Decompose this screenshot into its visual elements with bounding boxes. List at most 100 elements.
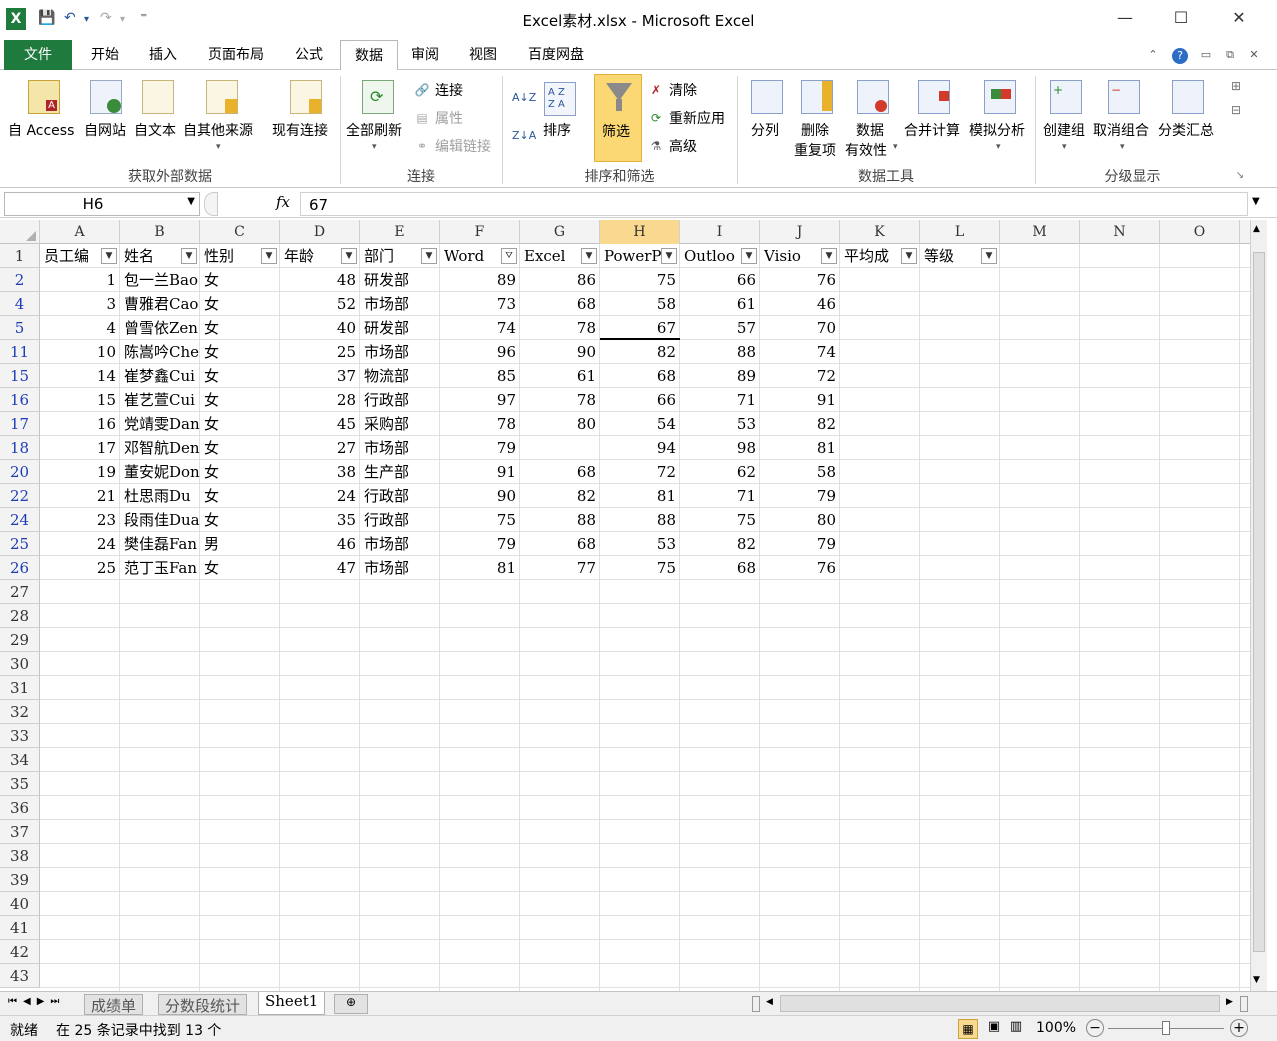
tab-page-layout[interactable]: 页面布局 xyxy=(198,40,274,70)
tab-data[interactable]: 数据 xyxy=(340,40,398,73)
refresh-all-button[interactable]: 全部刷新 xyxy=(346,120,402,140)
cell[interactable]: 58 xyxy=(760,460,840,484)
cell[interactable]: 38 xyxy=(280,460,360,484)
cell[interactable]: 66 xyxy=(600,388,680,412)
cell[interactable]: 男 xyxy=(200,532,280,556)
cell[interactable]: 80 xyxy=(760,508,840,532)
cell[interactable]: 女 xyxy=(200,268,280,292)
filter-dropdown-icon[interactable]: ▼ xyxy=(581,248,597,264)
vertical-scroll-thumb[interactable] xyxy=(1253,252,1265,952)
cell[interactable]: 女 xyxy=(200,556,280,580)
cell[interactable]: 81 xyxy=(600,484,680,508)
cell[interactable]: 杜思雨Du xyxy=(120,484,200,508)
cell[interactable]: 25 xyxy=(40,556,120,580)
cell[interactable]: 79 xyxy=(440,436,520,460)
cell[interactable]: 61 xyxy=(680,292,760,316)
zoom-out-icon[interactable]: − xyxy=(1086,1019,1104,1037)
cell[interactable]: 75 xyxy=(440,508,520,532)
cell[interactable]: 54 xyxy=(600,412,680,436)
select-all-corner[interactable] xyxy=(0,220,40,244)
cell[interactable]: 市场部 xyxy=(360,436,440,460)
insert-function-icon[interactable]: fx xyxy=(276,193,290,211)
column-header-n[interactable]: N xyxy=(1080,220,1160,244)
filter-dropdown-icon[interactable]: ▼ xyxy=(181,248,197,264)
cell[interactable]: 24 xyxy=(280,484,360,508)
page-break-view-icon[interactable]: ▥ xyxy=(1006,1019,1026,1039)
cell[interactable]: 邓智航Den xyxy=(120,436,200,460)
cell[interactable]: 68 xyxy=(520,532,600,556)
zoom-in-icon[interactable]: + xyxy=(1230,1019,1248,1037)
cell[interactable]: 女 xyxy=(200,316,280,340)
cell[interactable]: 53 xyxy=(680,412,760,436)
clear-filter-button[interactable]: 清除 xyxy=(669,80,697,100)
sheet-tab-score-bands[interactable]: 分数段统计 xyxy=(158,994,248,1015)
column-header-l[interactable]: L xyxy=(920,220,1000,244)
cell[interactable]: 女 xyxy=(200,292,280,316)
tab-review[interactable]: 审阅 xyxy=(402,40,448,70)
insert-sheet-icon[interactable]: ⊕ xyxy=(334,994,368,1014)
tab-file[interactable]: 文件 xyxy=(4,40,72,70)
remove-duplicates-label-1[interactable]: 删除 xyxy=(801,120,829,140)
cell[interactable]: 1 xyxy=(40,268,120,292)
cell[interactable]: 曹雅君Cao xyxy=(120,292,200,316)
scroll-down-icon[interactable]: ▼ xyxy=(1253,975,1260,985)
refresh-all-dropdown-icon[interactable]: ▾ xyxy=(372,142,377,152)
cell[interactable]: 97 xyxy=(440,388,520,412)
workbook-restore-icon[interactable]: ⧉ xyxy=(1222,40,1238,70)
cell[interactable]: 75 xyxy=(680,508,760,532)
from-access-button[interactable]: 自 Access xyxy=(8,120,74,140)
group-button[interactable]: 创建组 xyxy=(1043,120,1085,140)
cell[interactable]: 52 xyxy=(280,292,360,316)
cell[interactable]: 81 xyxy=(760,436,840,460)
help-icon[interactable]: ? xyxy=(1170,40,1190,70)
cell[interactable]: 79 xyxy=(760,484,840,508)
cell[interactable]: 19 xyxy=(40,460,120,484)
cell[interactable]: 市场部 xyxy=(360,556,440,580)
workbook-minimize-icon[interactable]: ▭ xyxy=(1198,40,1214,70)
show-detail-icon[interactable]: ⊞ xyxy=(1228,78,1244,94)
filter-dropdown-icon[interactable]: ▼ xyxy=(741,248,757,264)
zoom-slider-thumb[interactable] xyxy=(1162,1021,1170,1035)
cell[interactable]: 25 xyxy=(280,340,360,364)
cell[interactable]: 16 xyxy=(40,412,120,436)
cell[interactable]: 88 xyxy=(520,508,600,532)
scroll-right-icon[interactable]: ▶ xyxy=(1226,997,1233,1007)
close-button[interactable]: ✕ xyxy=(1224,8,1254,32)
cell[interactable]: 46 xyxy=(760,292,840,316)
cell[interactable]: 15 xyxy=(40,388,120,412)
cell[interactable]: 27 xyxy=(280,436,360,460)
cell[interactable]: 董安妮Don xyxy=(120,460,200,484)
filter-active-dropdown-icon[interactable]: ⛛ xyxy=(501,248,517,264)
column-header-i[interactable]: I xyxy=(680,220,760,244)
cell[interactable]: 10 xyxy=(40,340,120,364)
edit-links-button[interactable]: 编辑链接 xyxy=(435,136,491,156)
cell[interactable]: 研发部 xyxy=(360,268,440,292)
hide-detail-icon[interactable]: ⊟ xyxy=(1228,102,1244,118)
filter-dropdown-icon[interactable]: ▼ xyxy=(901,248,917,264)
cell[interactable]: 89 xyxy=(440,268,520,292)
cell[interactable]: 樊佳磊Fan xyxy=(120,532,200,556)
cell[interactable]: 48 xyxy=(280,268,360,292)
cell[interactable]: 23 xyxy=(40,508,120,532)
text-to-columns-button[interactable]: 分列 xyxy=(751,120,779,140)
column-header-j[interactable]: J xyxy=(760,220,840,244)
outline-dialog-launcher-icon[interactable]: ↘ xyxy=(1232,168,1248,184)
filter-dropdown-icon[interactable]: ▼ xyxy=(101,248,117,264)
scroll-left-icon[interactable]: ◀ xyxy=(766,997,773,1007)
cell[interactable]: 曾雪依Zen xyxy=(120,316,200,340)
sort-ascending-icon[interactable]: A↓Z xyxy=(512,90,536,106)
cell[interactable]: 女 xyxy=(200,508,280,532)
cell[interactable]: 21 xyxy=(40,484,120,508)
vertical-scrollbar[interactable]: ▲ ▼ xyxy=(1250,220,1267,991)
cell[interactable]: 4 xyxy=(40,316,120,340)
cell[interactable]: 女 xyxy=(200,484,280,508)
tab-home[interactable]: 开始 xyxy=(80,40,130,70)
cell[interactable]: 85 xyxy=(440,364,520,388)
cell[interactable]: 90 xyxy=(520,340,600,364)
formula-bar-splitter[interactable] xyxy=(204,192,218,216)
cell[interactable]: 98 xyxy=(680,436,760,460)
zoom-level[interactable]: 100% xyxy=(1036,1020,1076,1036)
cell[interactable]: 市场部 xyxy=(360,292,440,316)
cell[interactable]: 研发部 xyxy=(360,316,440,340)
cell[interactable]: 采购部 xyxy=(360,412,440,436)
